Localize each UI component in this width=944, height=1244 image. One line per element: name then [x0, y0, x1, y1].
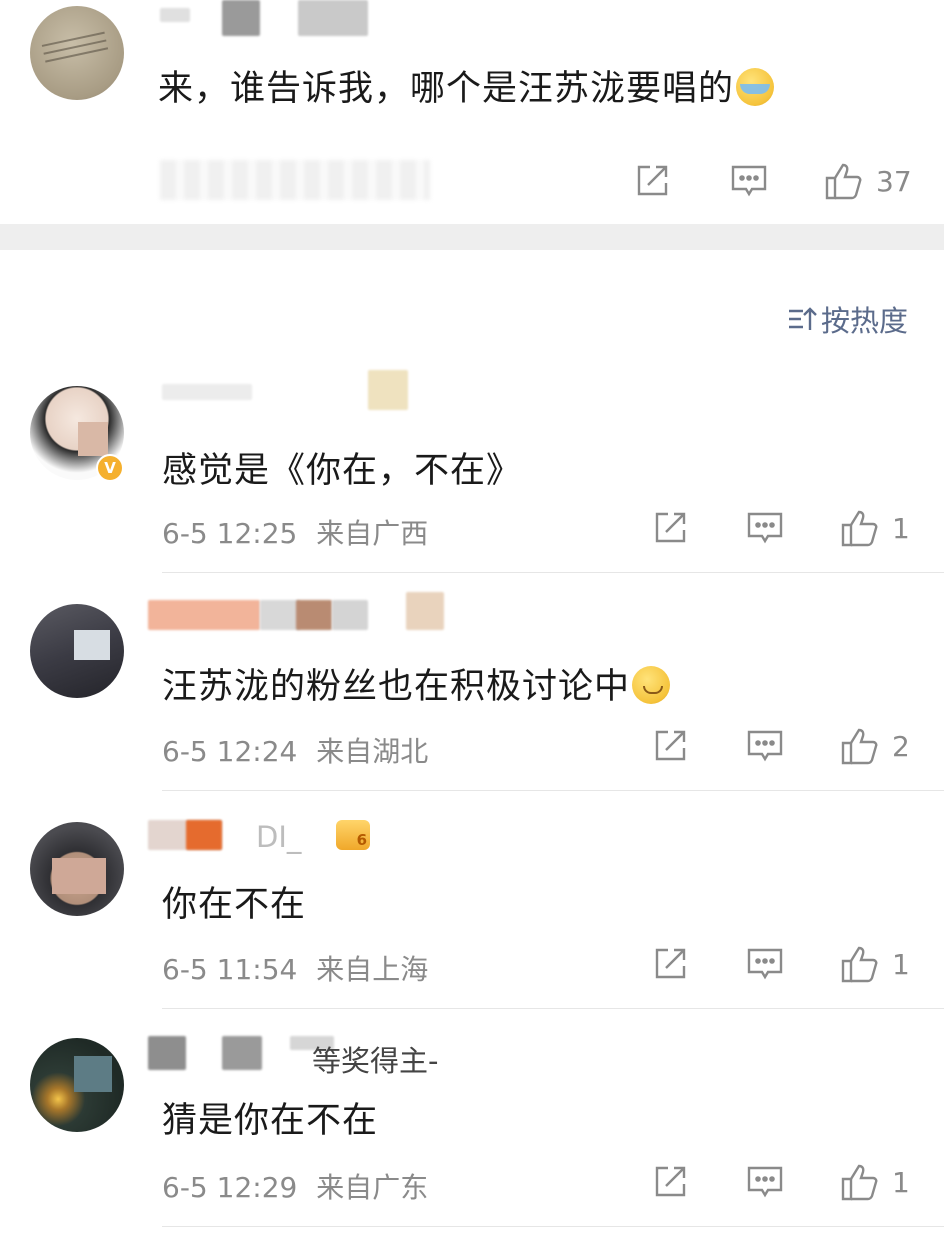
like-button[interactable]: 1	[840, 508, 910, 548]
comment-text-content: 汪苏泷的粉丝也在积极讨论中	[162, 667, 631, 707]
thumbs-up-icon	[825, 163, 862, 200]
avatar[interactable]	[30, 604, 124, 698]
comment-meta: 6-5 12:25 来自广西	[162, 512, 428, 552]
avatar-mosaic	[74, 1056, 112, 1092]
username-partial[interactable]: DI_	[256, 820, 301, 854]
comment-divider	[162, 572, 944, 573]
username-blurred	[298, 0, 368, 36]
like-count: 1	[892, 511, 910, 545]
share-icon	[655, 730, 686, 761]
comment-text: 猜是你在不在	[162, 1101, 379, 1141]
like-button[interactable]: 1	[840, 944, 910, 984]
comment-location: 来自上海	[316, 953, 429, 986]
comment-divider	[162, 790, 944, 791]
comment-icon	[747, 512, 783, 544]
share-button[interactable]	[634, 163, 670, 199]
reply-button[interactable]	[746, 1164, 784, 1200]
username-blurred[interactable]	[148, 600, 260, 630]
comment-item: 等奖得主- 猜是你在不在 6-5 12:29 来自广东 1	[0, 1026, 944, 1236]
like-count: 1	[892, 947, 910, 981]
share-icon	[655, 948, 686, 979]
sort-icon	[788, 307, 817, 330]
reply-button[interactable]	[746, 946, 784, 982]
avatar[interactable]	[30, 6, 124, 100]
like-count: 1	[892, 1165, 910, 1199]
comment-text: 感觉是《你在，不在》	[162, 451, 523, 491]
level-badge: 6	[336, 820, 370, 850]
username-blurred	[332, 600, 368, 630]
share-button[interactable]	[652, 1164, 688, 1200]
laugh-cry-emoji	[736, 68, 775, 106]
comment-item: 汪苏泷的粉丝也在积极讨论中 6-5 12:24 来自湖北 2	[0, 590, 944, 792]
blurred-source-line	[160, 160, 430, 200]
avatar-mosaic	[78, 422, 108, 456]
avatar[interactable]	[30, 822, 124, 916]
comment-text: 汪苏泷的粉丝也在积极讨论中	[162, 658, 671, 709]
avatar-mosaic	[74, 630, 110, 660]
like-button[interactable]: 2	[840, 726, 910, 766]
post-text-content: 来，谁告诉我，哪个是汪苏泷要唱的	[158, 69, 735, 109]
thumbs-up-icon	[841, 1164, 878, 1201]
comment-time: 6-5 12:29	[162, 1171, 298, 1204]
comment-item: V 感觉是《你在，不在》 6-5 12:25 来自广西 1	[0, 370, 944, 574]
comment-divider	[162, 1008, 944, 1009]
comment-time: 6-5 12:25	[162, 517, 298, 550]
section-divider	[0, 224, 944, 250]
sort-toggle[interactable]: 按热度	[787, 298, 908, 340]
comment-meta: 6-5 12:24 来自湖北	[162, 730, 428, 770]
share-button[interactable]	[652, 946, 688, 982]
comment-time: 6-5 11:54	[162, 953, 298, 986]
share-button[interactable]	[652, 728, 688, 764]
comment-button[interactable]	[730, 163, 768, 199]
comment-icon	[731, 165, 767, 197]
username-blurred	[222, 1036, 262, 1070]
comment-icon	[747, 1166, 783, 1198]
award-title-tag: 等奖得主-	[312, 1044, 439, 1078]
avatar-mosaic	[52, 858, 106, 894]
username-blurred[interactable]	[160, 8, 190, 22]
username-blurred	[260, 600, 300, 630]
post-card: 来，谁告诉我，哪个是汪苏泷要唱的 37	[0, 0, 944, 224]
comment-meta: 6-5 11:54 来自上海	[162, 948, 428, 988]
username-blurred	[296, 600, 332, 630]
verified-badge: V	[96, 454, 124, 482]
username-blurred	[222, 0, 260, 36]
comment-time: 6-5 12:24	[162, 735, 298, 768]
username-blurred[interactable]	[148, 1036, 186, 1070]
comment-meta: 6-5 12:29 来自广东	[162, 1166, 428, 1206]
sweat-smile-emoji	[632, 666, 671, 704]
like-count: 2	[892, 729, 910, 763]
comment-item: DI_ 6 你在不在 6-5 11:54 来自上海 1	[0, 808, 944, 1010]
username-blurred	[368, 370, 408, 410]
username-blurred	[186, 820, 222, 850]
share-icon	[655, 1166, 686, 1197]
share-icon	[637, 165, 668, 196]
avatar-handwriting	[41, 26, 112, 78]
thumbs-up-icon	[841, 510, 878, 547]
like-count: 37	[876, 164, 912, 198]
reply-button[interactable]	[746, 510, 784, 546]
comment-text: 你在不在	[162, 885, 307, 925]
comment-location: 来自广西	[316, 517, 429, 550]
comment-divider	[162, 1226, 944, 1227]
like-button[interactable]: 37	[824, 161, 912, 201]
thumbs-up-icon	[841, 946, 878, 983]
like-button[interactable]: 1	[840, 1162, 910, 1202]
thumbs-up-icon	[841, 728, 878, 765]
post-text: 来，谁告诉我，哪个是汪苏泷要唱的	[158, 60, 775, 111]
avatar[interactable]	[30, 1038, 124, 1132]
comment-icon	[747, 948, 783, 980]
username-blurred[interactable]	[162, 384, 252, 400]
comment-location: 来自湖北	[316, 735, 429, 768]
reply-button[interactable]	[746, 728, 784, 764]
share-button[interactable]	[652, 510, 688, 546]
comment-location: 来自广东	[316, 1171, 429, 1204]
comment-icon	[747, 730, 783, 762]
username-blurred	[406, 592, 444, 630]
sort-label: 按热度	[820, 304, 908, 338]
share-icon	[655, 512, 686, 543]
